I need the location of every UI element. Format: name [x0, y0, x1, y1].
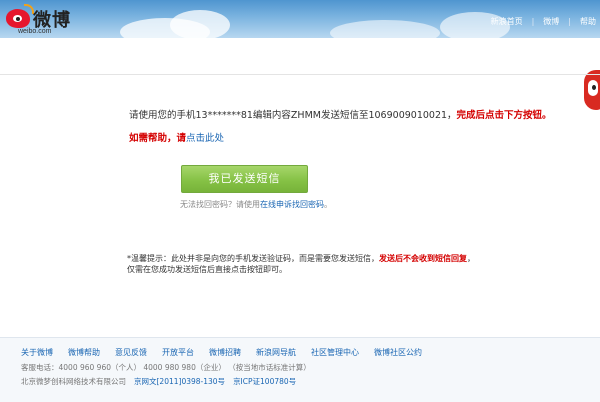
recover-line: 无法找回密码？请使用在线申诉找回密码。: [180, 199, 332, 210]
online-appeal-link[interactable]: 在线申诉找回密码: [260, 200, 324, 209]
tip-suffix: ，: [467, 254, 475, 263]
instruction-text: 请使用您的手机13*******81编辑内容ZHMM发送短信至106900901…: [129, 110, 457, 121]
help-link[interactable]: 点击此处: [186, 133, 224, 144]
nav-separator: |: [531, 17, 535, 26]
sms-instruction: 请使用您的手机13*******81编辑内容ZHMM发送短信至106900901…: [129, 107, 552, 121]
recover-suffix: 。: [324, 200, 332, 209]
footer-link-open-platform[interactable]: 开放平台: [162, 348, 194, 357]
help-text: 如需帮助，请: [129, 133, 187, 144]
footer-link-about[interactable]: 关于微博: [21, 348, 53, 357]
footer-contact: 客服电话：4000 960 960（个人） 4000 980 980（企业） （…: [21, 363, 311, 372]
logo-domain: weibo.com: [18, 28, 52, 35]
warm-tip-line2: 仅需在您成功发送短信后直接点击按钮即可。: [127, 265, 287, 274]
footer-link-feedback[interactable]: 意见反馈: [115, 348, 147, 357]
warm-tip: *温馨提示：此处并非是向您的手机发送验证码，而是需要您发送短信，发送后不会收到短…: [127, 253, 475, 264]
instruction-emphasis: 完成后点击下方按钮。: [456, 110, 552, 121]
nav-weibo[interactable]: 微博: [543, 17, 559, 26]
tip-emphasis: 发送后不会收到短信回复: [379, 254, 467, 263]
footer-license-1[interactable]: 京网文[2011]0398-130号: [134, 377, 225, 386]
footer-license-2[interactable]: 京ICP证100780号: [233, 377, 296, 386]
page-footer: 关于微博 微博帮助 意见反馈 开放平台 微博招聘 新浪网导航 社区管理中心 微博社区公约 客服…: [0, 338, 600, 402]
footer-link-sina-nav[interactable]: 新浪网导航: [256, 348, 296, 357]
help-line: 如需帮助，请点击此处: [129, 130, 224, 144]
sms-sent-button[interactable]: 我已发送短信: [181, 165, 308, 193]
top-divider: [0, 74, 600, 75]
page-header: 微博 weibo.com 新浪首页 | 微博 | 帮助: [0, 0, 600, 38]
top-nav: 新浪首页 | 微博 | 帮助: [491, 16, 596, 27]
header-cloud: [170, 10, 230, 38]
header-cloud: [330, 20, 440, 38]
footer-copyright: 北京微梦创科网络技术有限公司 京网文[2011]0398-130号 京ICP证100…: [21, 376, 296, 387]
mascot-icon: [584, 66, 600, 110]
footer-company: 北京微梦创科网络技术有限公司: [21, 377, 126, 386]
footer-link-community-center[interactable]: 社区管理中心: [311, 348, 359, 357]
footer-link-help[interactable]: 微博帮助: [68, 348, 100, 357]
weibo-logo[interactable]: 微博 weibo.com: [6, 4, 86, 36]
nav-separator: |: [568, 17, 571, 26]
footer-link-community-rules[interactable]: 微博社区公约: [374, 348, 422, 357]
nav-sina-home[interactable]: 新浪首页: [491, 17, 523, 26]
footer-links: 关于微博 微博帮助 意见反馈 开放平台 微博招聘 新浪网导航 社区管理中心 微博社区公约: [21, 347, 437, 358]
footer-link-jobs[interactable]: 微博招聘: [209, 348, 241, 357]
mascot-eye: [592, 85, 596, 90]
nav-help[interactable]: 帮助: [580, 17, 596, 26]
tip-text: *温馨提示：此处并非是向您的手机发送验证码，而是需要您发送短信，: [127, 254, 379, 263]
recover-text: 无法找回密码？请使用: [180, 200, 260, 209]
